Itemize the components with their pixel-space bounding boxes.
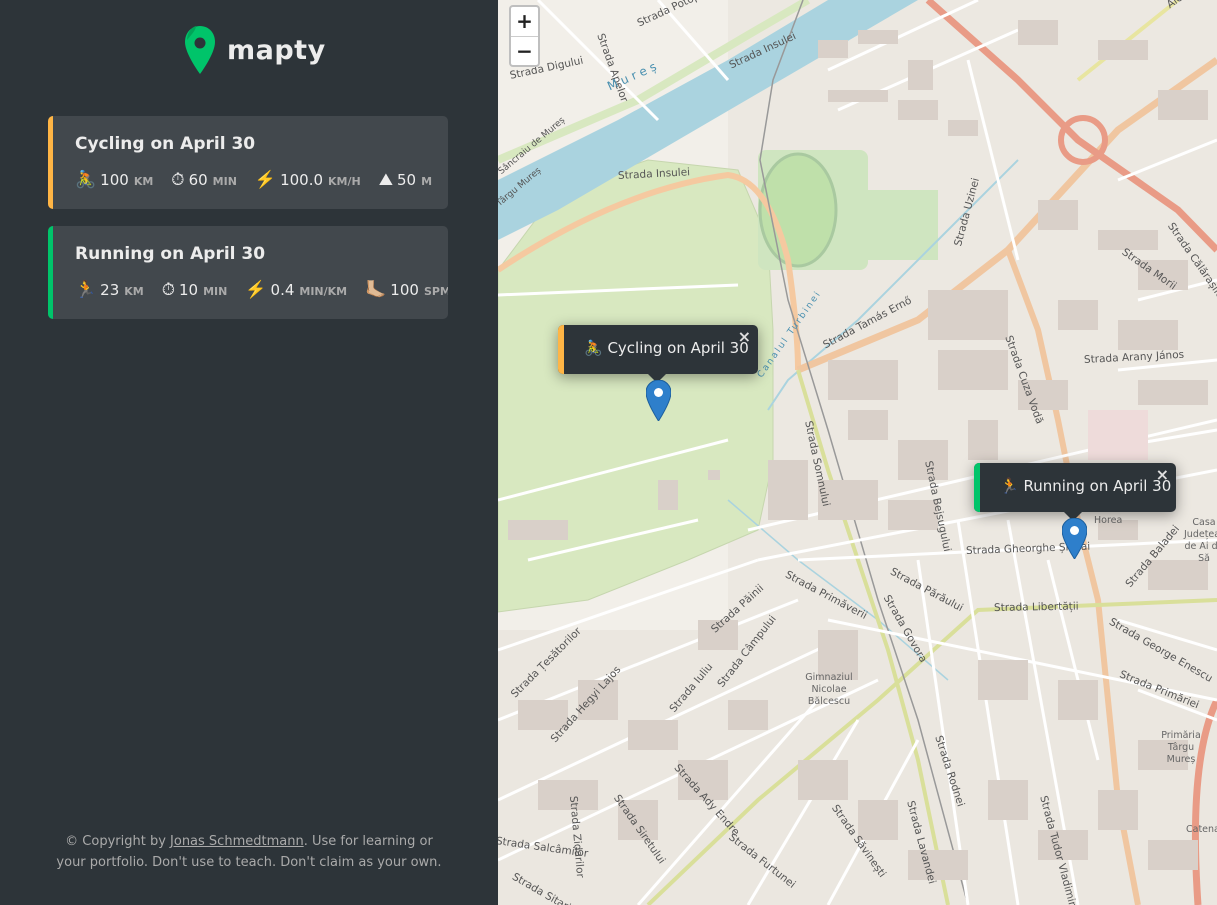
author-link[interactable]: Jonas Schmedtmann xyxy=(170,834,304,849)
popup-close-button[interactable]: × xyxy=(738,327,751,346)
elevation-value: 50 xyxy=(397,171,417,189)
workout-detail-distance: 🏃 23 KM xyxy=(75,281,144,299)
street-label: Strada Libertății xyxy=(993,600,1079,614)
workout-detail-speed: ⚡️ 100.0 KM/H xyxy=(255,171,361,189)
poi-label: Catena xyxy=(1186,824,1217,835)
sidebar: mapty Cycling on April 30 🚴 100 KM ⏱ 60 … xyxy=(0,0,498,905)
map[interactable]: Strada Digului Strada Apelor Strada Poto… xyxy=(498,0,1217,905)
distance-value: 23 xyxy=(100,281,120,299)
duration-unit: MIN xyxy=(212,175,237,188)
logo-text: mapty xyxy=(227,34,326,66)
duration-value: 10 xyxy=(179,281,199,299)
workout-popup-cycling[interactable]: 🚴 Cycling on April 30 × xyxy=(558,325,758,383)
elevation-unit: M xyxy=(421,175,433,188)
pace-value: 0.4 xyxy=(270,281,295,299)
stopwatch-icon: ⏱ xyxy=(161,280,176,300)
cadence-value: 100 xyxy=(390,281,419,299)
runner-icon: 🏃 xyxy=(75,280,97,300)
popup-text: 🏃 Running on April 30 xyxy=(1000,477,1172,495)
duration-unit: MIN xyxy=(203,285,228,298)
poi-label: Gimnaziul Nicolae Bălcescu xyxy=(805,672,853,707)
workout-detail-distance: 🚴 100 KM xyxy=(75,171,153,189)
popup-close-button[interactable]: × xyxy=(1156,465,1169,484)
speed-value: 100.0 xyxy=(280,171,324,189)
workout-item-cycling[interactable]: Cycling on April 30 🚴 100 KM ⏱ 60 MIN ⚡️… xyxy=(48,116,448,209)
workout-detail-elevation: ⛰ 50 M xyxy=(379,171,432,189)
distance-unit: KM xyxy=(124,285,144,298)
distance-value: 100 xyxy=(100,171,129,189)
duration-value: 60 xyxy=(188,171,208,189)
poi-label: Horea xyxy=(1094,515,1123,526)
lightning-icon: ⚡️ xyxy=(245,280,267,300)
copyright-prefix: © Copyright by xyxy=(65,834,171,849)
popup-accent-bar xyxy=(974,463,980,512)
popup-text: 🚴 Cycling on April 30 xyxy=(584,339,749,357)
workout-detail-duration: ⏱ 10 MIN xyxy=(162,281,228,299)
logo: mapty xyxy=(184,24,326,76)
workout-detail-cadence: 🦶🏼 100 SPM xyxy=(365,281,448,299)
workout-detail-pace: ⚡️ 0.4 MIN/KM xyxy=(245,281,347,299)
map-tiles xyxy=(498,0,1217,905)
popup-accent-bar xyxy=(558,325,564,374)
bike-icon: 🚴 xyxy=(75,170,97,190)
zoom-control: + − xyxy=(509,5,540,67)
foot-icon: 🦶🏼 xyxy=(365,280,387,300)
copyright-text: © Copyright by Jonas Schmedtmann. Use fo… xyxy=(55,831,443,873)
workout-popup-running[interactable]: 🏃 Running on April 30 × xyxy=(974,463,1176,521)
workout-detail-duration: ⏱ 60 MIN xyxy=(171,171,237,189)
map-marker-icon[interactable] xyxy=(1062,518,1087,559)
workout-details: 🏃 23 KM ⏱ 10 MIN ⚡️ 0.4 MIN/KM 🦶🏼 100 SP… xyxy=(75,281,448,299)
workout-title: Running on April 30 xyxy=(75,244,266,264)
workout-accent-bar xyxy=(48,226,53,319)
map-pin-logo-icon xyxy=(185,26,215,74)
workout-item-running[interactable]: Running on April 30 🏃 23 KM ⏱ 10 MIN ⚡️ … xyxy=(48,226,448,319)
workout-details: 🚴 100 KM ⏱ 60 MIN ⚡️ 100.0 KM/H ⛰ 50 M xyxy=(75,171,448,189)
distance-unit: KM xyxy=(133,175,154,188)
map-marker-icon[interactable] xyxy=(646,380,671,421)
stopwatch-icon: ⏱ xyxy=(171,170,185,190)
poi-label: Casa Județeană de Ai de Să xyxy=(1184,517,1217,564)
pace-unit: MIN/KM xyxy=(299,285,348,298)
lightning-icon: ⚡️ xyxy=(254,170,277,190)
workout-accent-bar xyxy=(48,116,53,209)
workout-title: Cycling on April 30 xyxy=(75,134,256,154)
cadence-unit: SPM xyxy=(423,285,448,298)
poi-label: Primăria Târgu Mureș xyxy=(1161,730,1201,765)
zoom-in-button[interactable]: + xyxy=(511,7,538,36)
zoom-out-button[interactable]: − xyxy=(511,36,538,65)
speed-unit: KM/H xyxy=(328,175,361,188)
mountain-icon: ⛰ xyxy=(378,170,394,190)
